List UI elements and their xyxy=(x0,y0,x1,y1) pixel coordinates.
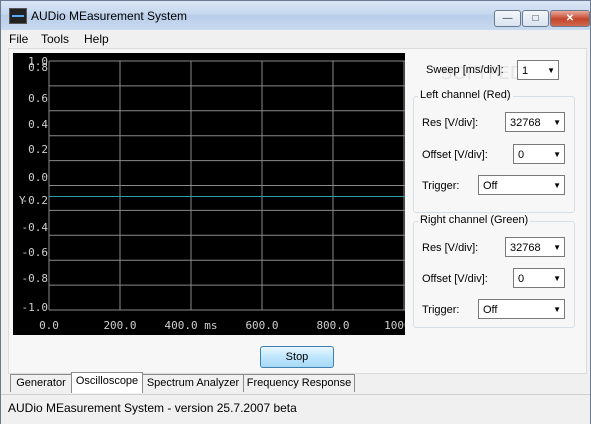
right-offset-value: 0 xyxy=(518,273,525,285)
chevron-down-icon: ▼ xyxy=(553,305,561,314)
right-res-label: Res [V/div]: xyxy=(422,242,479,254)
window-title: AUDio MEasurement System xyxy=(31,9,188,23)
chevron-down-icon: ▼ xyxy=(553,243,561,252)
left-offset-select[interactable]: 0 ▼ xyxy=(513,144,565,164)
chevron-down-icon: ▼ xyxy=(553,118,561,127)
y-tick-label: 0.4 xyxy=(28,118,48,131)
app-window: AUDio MEasurement System — □ ✕ File Tool… xyxy=(0,0,591,424)
menu-bar: File Tools Help xyxy=(1,30,590,48)
right-trigger-select[interactable]: Off ▼ xyxy=(478,299,565,319)
x-tick-label: 800.0 xyxy=(316,319,349,332)
y-tick-label: -0.4 xyxy=(22,221,49,234)
right-trigger-value: Off xyxy=(483,304,498,316)
minimize-button[interactable]: — xyxy=(494,10,521,27)
chevron-down-icon: ▼ xyxy=(553,150,561,159)
right-offset-label: Offset [V/div]: xyxy=(422,273,488,285)
y-tick-label: 0.8 xyxy=(28,61,48,74)
right-res-value: 32768 xyxy=(510,242,541,254)
sweep-select[interactable]: 1 ▼ xyxy=(517,60,559,80)
x-tick-label: 1000.0 xyxy=(384,319,405,332)
stop-button[interactable]: Stop xyxy=(260,346,334,368)
chevron-down-icon: ▼ xyxy=(553,181,561,190)
chevron-down-icon: ▼ xyxy=(553,274,561,283)
x-tick-label: 600.0 xyxy=(245,319,278,332)
y-tick-label: -0.6 xyxy=(22,246,49,259)
right-channel-group: Right channel (Green) Res [V/div]: 32768… xyxy=(413,214,575,328)
y-axis-label: Y xyxy=(19,194,26,207)
x-tick-label: 200.0 xyxy=(103,319,136,332)
tab-spectrum-analyzer[interactable]: Spectrum Analyzer xyxy=(142,374,244,392)
close-button[interactable]: ✕ xyxy=(550,10,590,27)
status-text: AUDio MEasurement System - version 25.7.… xyxy=(8,401,297,415)
left-res-value: 32768 xyxy=(510,117,541,129)
x-tick-label: 0.0 xyxy=(39,319,59,332)
right-res-select[interactable]: 32768 ▼ xyxy=(505,237,565,257)
maximize-button[interactable]: □ xyxy=(522,10,549,27)
sweep-label: Sweep [ms/div]: xyxy=(426,64,504,76)
tab-oscilloscope[interactable]: Oscilloscope xyxy=(71,372,143,393)
left-trigger-value: Off xyxy=(483,180,498,192)
y-tick-label: 0.2 xyxy=(28,143,48,156)
y-tick-label: 0.0 xyxy=(28,171,48,184)
y-tick-label: -1.0 xyxy=(22,301,49,314)
left-channel-title: Left channel (Red) xyxy=(418,89,513,101)
menu-tools[interactable]: Tools xyxy=(41,32,69,46)
left-offset-value: 0 xyxy=(518,149,525,161)
y-tick-label: 0.6 xyxy=(28,92,48,105)
left-res-label: Res [V/div]: xyxy=(422,117,479,129)
sweep-value: 1 xyxy=(522,65,529,77)
menu-file[interactable]: File xyxy=(9,32,28,46)
oscilloscope-plot: 1.00.80.60.40.20.0-0.2-0.4-0.6-0.8-1.0Y0… xyxy=(19,55,405,332)
oscilloscope-display: 1.0 0.8 0.6 0.4 0.2 0.0 -0.2 -0.4 -0.6 -0.8 -1.0 Y 0… xyxy=(13,53,405,335)
right-channel-title: Right channel (Green) xyxy=(418,214,531,226)
left-trigger-label: Trigger: xyxy=(422,180,460,192)
left-res-select[interactable]: 32768 ▼ xyxy=(505,112,565,132)
right-offset-select[interactable]: 0 ▼ xyxy=(513,268,565,288)
left-trigger-select[interactable]: Off ▼ xyxy=(478,175,565,195)
app-icon xyxy=(9,8,27,24)
right-trigger-label: Trigger: xyxy=(422,304,460,316)
status-bar: AUDio MEasurement System - version 25.7.… xyxy=(1,394,590,424)
left-offset-label: Offset [V/div]: xyxy=(422,149,488,161)
tab-frequency-response[interactable]: Frequency Response xyxy=(243,374,355,392)
x-tick-label: 400.0 ms xyxy=(165,319,218,332)
chevron-down-icon: ▼ xyxy=(547,66,555,75)
title-bar: AUDio MEasurement System — □ ✕ xyxy=(1,1,590,30)
left-channel-group: Left channel (Red) Res [V/div]: 32768 ▼ O… xyxy=(413,89,575,213)
y-tick-label: -0.8 xyxy=(22,272,49,285)
tab-generator[interactable]: Generator xyxy=(10,374,72,392)
menu-help[interactable]: Help xyxy=(84,32,109,46)
